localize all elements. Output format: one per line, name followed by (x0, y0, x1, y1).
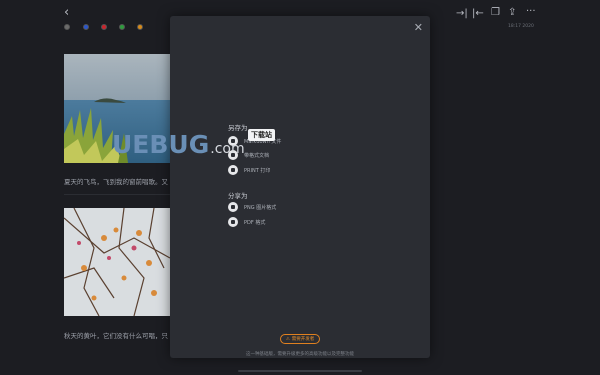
save-document-label: 带格式文档 (244, 152, 270, 159)
watermark-text: UEBUG (112, 130, 210, 159)
color-dot-red[interactable] (101, 24, 107, 30)
upgrade-button[interactable]: ⚠ 需要开发者 (280, 334, 320, 344)
color-dot-gray[interactable] (64, 24, 70, 30)
color-dot-orange[interactable] (137, 24, 143, 30)
copy-button[interactable]: ❐ (491, 8, 500, 18)
image-icon (228, 202, 238, 212)
indent-right-icon: →| (456, 8, 468, 19)
print-label: PRINT 打印 (244, 167, 271, 174)
export-icon: ⇪ (508, 7, 517, 18)
footer-note: 这一种基础版，需要升级更多的高级功能以及完整功能 (246, 352, 354, 357)
export-modal: ✕ 另存为 Markdown 文件 带格式文档 PRINT 打印 分享为 PNG… (170, 16, 430, 358)
chevron-left-icon: ‹ (64, 5, 70, 20)
print-icon (228, 165, 238, 175)
caption-autumn: 秋天的黄叶，它们没有什么可唱，只 (64, 332, 168, 340)
indent-left-button[interactable]: |← (472, 9, 484, 19)
photo-autumn (64, 208, 170, 316)
warning-icon: ⚠ (285, 336, 290, 342)
more-button[interactable]: ··· (526, 7, 536, 17)
share-pdf-label: PDF 格式 (244, 219, 266, 226)
share-png-label: PNG 图片格式 (244, 204, 277, 211)
close-icon: ✕ (413, 21, 423, 34)
share-pdf-option[interactable]: PDF 格式 (228, 216, 265, 228)
export-button[interactable]: ⇪ (508, 8, 516, 18)
color-dot-blue[interactable] (83, 24, 89, 30)
pdf-icon (228, 217, 238, 227)
timestamp: 18:17 2020 (508, 24, 534, 29)
share-title: 分享为 (228, 192, 248, 200)
watermark-suffix: .com (210, 141, 245, 157)
back-button[interactable]: ‹ (64, 6, 69, 19)
watermark-tag: 下载站 (248, 129, 275, 141)
close-button[interactable]: ✕ (414, 21, 423, 34)
more-icon: ··· (526, 6, 536, 17)
home-indicator (238, 370, 362, 372)
caption-summer: 夏天的飞鸟，飞到我的窗前唱歌。又 (64, 178, 168, 186)
watermark-logo: UEBUG .com (112, 130, 245, 159)
print-option[interactable]: PRINT 打印 (228, 164, 270, 176)
upgrade-label: 需要开发者 (291, 337, 315, 342)
indent-right-button[interactable]: →| (456, 9, 468, 19)
content-divider (64, 194, 170, 195)
color-dot-green[interactable] (119, 24, 125, 30)
copy-icon: ❐ (491, 7, 500, 18)
indent-left-icon: |← (472, 8, 484, 19)
share-png-option[interactable]: PNG 图片格式 (228, 201, 276, 213)
